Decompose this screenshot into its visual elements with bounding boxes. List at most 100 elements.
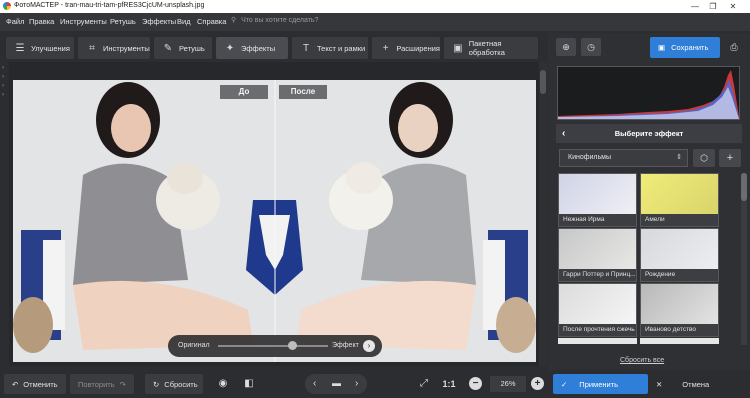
effect-card[interactable]: Нежная Ирма bbox=[558, 173, 637, 227]
chevron-right-icon[interactable]: › bbox=[363, 340, 375, 352]
print-icon[interactable]: ⎙ bbox=[724, 38, 744, 56]
reset-all-link[interactable]: Сбросить все bbox=[620, 357, 664, 364]
sparkle-icon: ✦ bbox=[225, 42, 235, 54]
image-navigation: ‹ ▬ › bbox=[305, 374, 367, 394]
fit-to-screen-icon[interactable]: ⤢ bbox=[415, 375, 433, 393]
effect-label: Гарри Поттер и Принц... bbox=[559, 269, 636, 281]
after-label: После bbox=[279, 85, 327, 99]
prev-image-icon[interactable]: ‹ bbox=[313, 378, 316, 389]
save-button[interactable]: ▣ Сохранить bbox=[650, 37, 720, 58]
tab-batch[interactable]: ▣ Пакетная обработка bbox=[444, 37, 538, 59]
effect-label: После прочтения сжечь bbox=[559, 324, 636, 336]
menu-edit[interactable]: Правка bbox=[29, 17, 54, 26]
effect-card[interactable]: Иваново детство bbox=[640, 283, 719, 337]
redo-icon: ↷ bbox=[119, 379, 126, 389]
tool-tabs: ☰ Улучшения ⌗ Инструменты ✎ Ретушь ✦ Эффекты… bbox=[0, 33, 545, 62]
photo-image bbox=[13, 80, 536, 362]
compare-slider-knob[interactable] bbox=[288, 341, 297, 350]
menu-file[interactable]: Файл bbox=[6, 17, 24, 26]
canvas-scrollbar[interactable] bbox=[539, 62, 547, 366]
scrollbar-thumb[interactable] bbox=[540, 70, 546, 94]
effects-title: Выберите эффект bbox=[614, 129, 684, 138]
left-collapse-strip[interactable]: › › › › bbox=[0, 62, 9, 366]
histogram-graph bbox=[558, 70, 739, 119]
x-icon: ✕ bbox=[656, 379, 663, 389]
reset-button[interactable]: ↻ Сбросить bbox=[145, 374, 203, 394]
tab-effects[interactable]: ✦ Эффекты bbox=[216, 37, 288, 59]
eye-icon[interactable]: ◉ bbox=[214, 375, 232, 393]
effect-thumbnail bbox=[559, 229, 636, 271]
back-chevron-icon[interactable]: ‹ bbox=[562, 124, 565, 143]
close-icon[interactable]: ✕ bbox=[724, 1, 742, 12]
menu-retouch[interactable]: Ретушь bbox=[110, 17, 136, 26]
zoom-level[interactable]: 26% bbox=[490, 376, 526, 392]
app-logo-icon bbox=[3, 2, 11, 10]
restore-icon[interactable]: ❐ bbox=[704, 1, 722, 12]
menu-view[interactable]: Вид bbox=[177, 17, 191, 26]
effect-card[interactable]: Рождение bbox=[640, 228, 719, 282]
effect-thumbnail bbox=[641, 174, 718, 216]
plus-icon: + bbox=[382, 42, 389, 54]
effect-label: Иваново детство bbox=[641, 324, 718, 336]
search-icon: ⚲ bbox=[231, 17, 237, 24]
effect-label: Эффект bbox=[332, 342, 359, 349]
menu-bar: Файл Правка Инструменты Ретушь Эффекты В… bbox=[0, 13, 750, 31]
zoom-in-icon[interactable]: + bbox=[531, 377, 544, 390]
apply-button[interactable]: ✓ Применить bbox=[553, 374, 648, 394]
effect-card[interactable]: Гарри Поттер и Принц... bbox=[558, 228, 637, 282]
photo-preview: До После bbox=[13, 80, 536, 362]
menu-help[interactable]: Справка bbox=[197, 17, 226, 26]
effect-card[interactable]: После прочтения сжечь bbox=[558, 283, 637, 337]
effects-scrollbar[interactable] bbox=[741, 173, 747, 345]
batch-icon: ▣ bbox=[453, 42, 463, 54]
compare-slider-bar: Оригинал Эффект › bbox=[168, 335, 382, 357]
histogram bbox=[557, 66, 740, 120]
compare-slider-track[interactable] bbox=[218, 345, 328, 347]
history-icon[interactable]: ◷ bbox=[581, 38, 601, 56]
effect-thumbnail bbox=[559, 174, 636, 216]
search-placeholder: Что вы хотите сделать? bbox=[241, 17, 319, 24]
add-layer-icon[interactable]: ⊕ bbox=[556, 38, 576, 56]
redo-button[interactable]: Повторить ↷ bbox=[70, 374, 134, 394]
effect-card-partial bbox=[640, 338, 719, 344]
menu-tools[interactable]: Инструменты bbox=[60, 17, 107, 26]
undo-button[interactable]: ↶ Отменить bbox=[4, 374, 66, 394]
tab-text-frames[interactable]: T Текст и рамки bbox=[292, 37, 368, 59]
photo-canvas[interactable]: До После bbox=[9, 62, 539, 366]
effect-thumbnail bbox=[641, 229, 718, 271]
cancel-button[interactable]: ✕ Отмена bbox=[652, 374, 750, 394]
menu-effects[interactable]: Эффекты bbox=[142, 17, 176, 26]
effect-label: Нежная Ирма bbox=[559, 214, 636, 226]
check-icon: ✓ bbox=[561, 379, 568, 389]
save-icon: ▣ bbox=[658, 43, 666, 52]
brush-icon: ✎ bbox=[163, 42, 173, 54]
effect-category-select[interactable]: Кинофильмы ⇕ bbox=[559, 149, 688, 167]
undo-icon: ↶ bbox=[12, 379, 19, 389]
add-effect-icon[interactable]: + bbox=[719, 149, 741, 167]
next-image-icon[interactable]: › bbox=[355, 378, 358, 389]
effect-thumbnail bbox=[641, 284, 718, 326]
window-title: ФотоМАСТЕР - tran-mau-tri-tam-pfRES3CjcU… bbox=[14, 2, 205, 9]
text-icon: T bbox=[302, 42, 310, 54]
effect-label: Рождение bbox=[641, 269, 718, 281]
effects-header: ‹ Выберите эффект bbox=[556, 124, 742, 143]
minimize-icon[interactable]: — bbox=[686, 1, 704, 12]
tab-tools[interactable]: ⌗ Инструменты bbox=[78, 37, 150, 59]
tab-extensions[interactable]: + Расширения bbox=[372, 37, 440, 59]
tab-retouch[interactable]: ✎ Ретушь bbox=[154, 37, 212, 59]
cube-icon[interactable]: ⬡ bbox=[693, 149, 715, 167]
zoom-out-icon[interactable]: − bbox=[469, 377, 482, 390]
scrollbar-thumb[interactable] bbox=[741, 173, 747, 201]
effect-card[interactable]: Амели bbox=[640, 173, 719, 227]
effect-label: Амели bbox=[641, 214, 718, 226]
folder-icon[interactable]: ▬ bbox=[332, 378, 341, 388]
effect-thumbnail bbox=[559, 284, 636, 326]
spinner-arrows-icon: ⇕ bbox=[676, 154, 682, 161]
before-label: До bbox=[220, 85, 268, 99]
effect-category-value: Кинофильмы bbox=[568, 154, 611, 161]
actual-size-button[interactable]: 1:1 bbox=[440, 375, 458, 393]
original-label: Оригинал bbox=[178, 342, 210, 349]
compare-icon[interactable]: ◧ bbox=[240, 375, 258, 393]
search-field[interactable]: ⚲ Что вы хотите сделать? bbox=[231, 16, 361, 28]
tab-enhance[interactable]: ☰ Улучшения bbox=[6, 37, 74, 59]
